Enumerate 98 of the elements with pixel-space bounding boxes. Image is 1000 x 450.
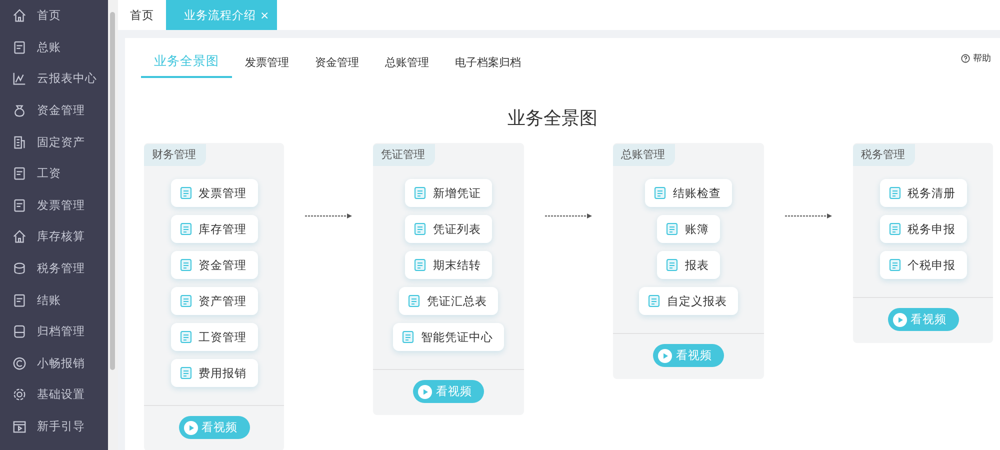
document-icon [12,166,27,182]
flow-item-button[interactable]: 凭证汇总表 [399,287,498,315]
sidebar-item[interactable]: 总账 [0,32,108,64]
flow-item-button[interactable]: 发票管理 [170,179,258,207]
document-icon [653,186,667,200]
settings-icon [12,387,27,402]
sidebar-item[interactable]: 基础设置 [0,379,108,411]
document-icon [665,258,679,272]
flow-item-button[interactable]: 结账检查 [645,179,732,207]
page-title: 业务全景图 [506,107,598,130]
scrollbar-thumb[interactable] [110,12,115,370]
document-icon [888,186,902,200]
flow-item-button[interactable]: 自定义报表 [639,287,738,315]
flow-item-button[interactable]: 个税申报 [880,251,966,279]
sidebar-item-label: 归档管理 [37,324,85,340]
document-icon [413,222,427,236]
sidebar-item-label: 首页 [37,8,61,24]
flow-item-button[interactable]: 新增凭证 [405,179,492,207]
sidebar-item[interactable]: 新手引导 [0,410,108,442]
document-icon [407,294,421,308]
tray-icon [12,324,27,340]
sidebar-item[interactable]: 工资 [0,158,108,190]
c-logo-icon [12,356,27,371]
document-icon [178,222,192,236]
sidebar-item[interactable]: 发票管理 [0,190,108,222]
sidebar-item-label: 基础设置 [37,387,85,402]
sidebar-item-label: 税务管理 [37,261,85,276]
flow-item-button[interactable]: 账簿 [657,215,720,243]
document-icon [178,258,192,272]
document-icon [178,294,192,308]
play-icon [892,312,906,326]
flow-item-button[interactable]: 税务申报 [880,215,966,243]
help-link[interactable]: 帮助 [955,51,997,66]
play-icon [658,348,672,362]
sub-tab[interactable]: 发票管理 [232,55,302,78]
card-heading: 总账管理 [613,144,675,166]
sidebar-item-label: 发票管理 [37,198,85,213]
sidebar-item-label: 总账 [37,40,61,55]
card-heading: 财务管理 [144,144,206,166]
document-icon [178,186,192,200]
sidebar-item[interactable]: 云报表中心 [0,63,108,95]
sidebar-item[interactable]: 税务管理 [0,252,108,284]
document-icon [12,292,27,308]
flow-item-button[interactable]: 资金管理 [170,251,258,279]
document-icon [401,330,415,344]
flow-item-button[interactable]: 报表 [657,251,720,279]
sidebar-item-label: 新手引导 [37,419,85,434]
flow-item-button[interactable]: 智能凭证中心 [393,323,504,351]
building-icon [12,134,27,150]
sidebar-item-label: 小畅报销 [37,356,85,371]
flow-item-button[interactable]: 凭证列表 [405,215,492,243]
document-icon [647,294,661,308]
card-heading: 税务管理 [853,144,915,166]
arrow-icon [305,213,352,219]
sidebar-item[interactable]: 资金管理 [0,94,108,126]
sidebar-item[interactable]: 归档管理 [0,316,108,348]
play-icon [184,420,198,434]
sidebar-item-label: 固定资产 [37,134,85,150]
flow-item-button[interactable]: 资产管理 [170,287,258,315]
document-icon [888,258,902,272]
sidebar-item[interactable]: 结账 [0,284,108,316]
arrow-icon [545,213,592,219]
sidebar-item-label: 资金管理 [37,103,85,118]
bag-icon [12,103,27,118]
sidebar-item-label: 库存核算 [37,229,85,244]
flow-item-button[interactable]: 工资管理 [170,323,258,351]
document-icon [888,222,902,236]
document-icon [12,40,27,55]
chart-icon [12,71,27,86]
arrow-icon [785,213,832,219]
help-icon [961,54,970,63]
sidebar-item[interactable]: 库存核算 [0,221,108,253]
flow-item-button[interactable]: 期末结转 [405,251,492,279]
sub-tab[interactable]: 电子档案归档 [442,55,534,78]
house-icon [12,8,27,24]
document-icon [413,258,427,272]
document-icon [413,186,427,200]
sidebar-item-label: 云报表中心 [37,71,97,86]
house-icon [12,229,27,244]
sidebar-item-label: 工资 [37,166,61,182]
flow-item-button[interactable]: 税务清册 [880,179,966,207]
film-icon [12,419,27,434]
sidebar-item[interactable]: 首页 [0,0,108,32]
play-icon [418,384,432,398]
sub-tab[interactable]: 总账管理 [372,55,442,78]
document-icon [12,198,27,213]
flow-item-button[interactable]: 费用报销 [170,359,258,387]
sub-tab[interactable]: 资金管理 [302,55,372,78]
card-heading: 凭证管理 [373,144,435,166]
document-icon [178,330,192,344]
document-icon [178,366,192,380]
sidebar-item[interactable]: 小畅报销 [0,348,108,380]
sidebar-item[interactable]: 固定资产 [0,126,108,158]
scrollbar[interactable] [108,0,118,450]
flow-item-button[interactable]: 库存管理 [170,215,258,243]
document-icon [665,222,679,236]
sidebar-item-label: 结账 [37,292,61,308]
stack-icon [12,261,27,276]
